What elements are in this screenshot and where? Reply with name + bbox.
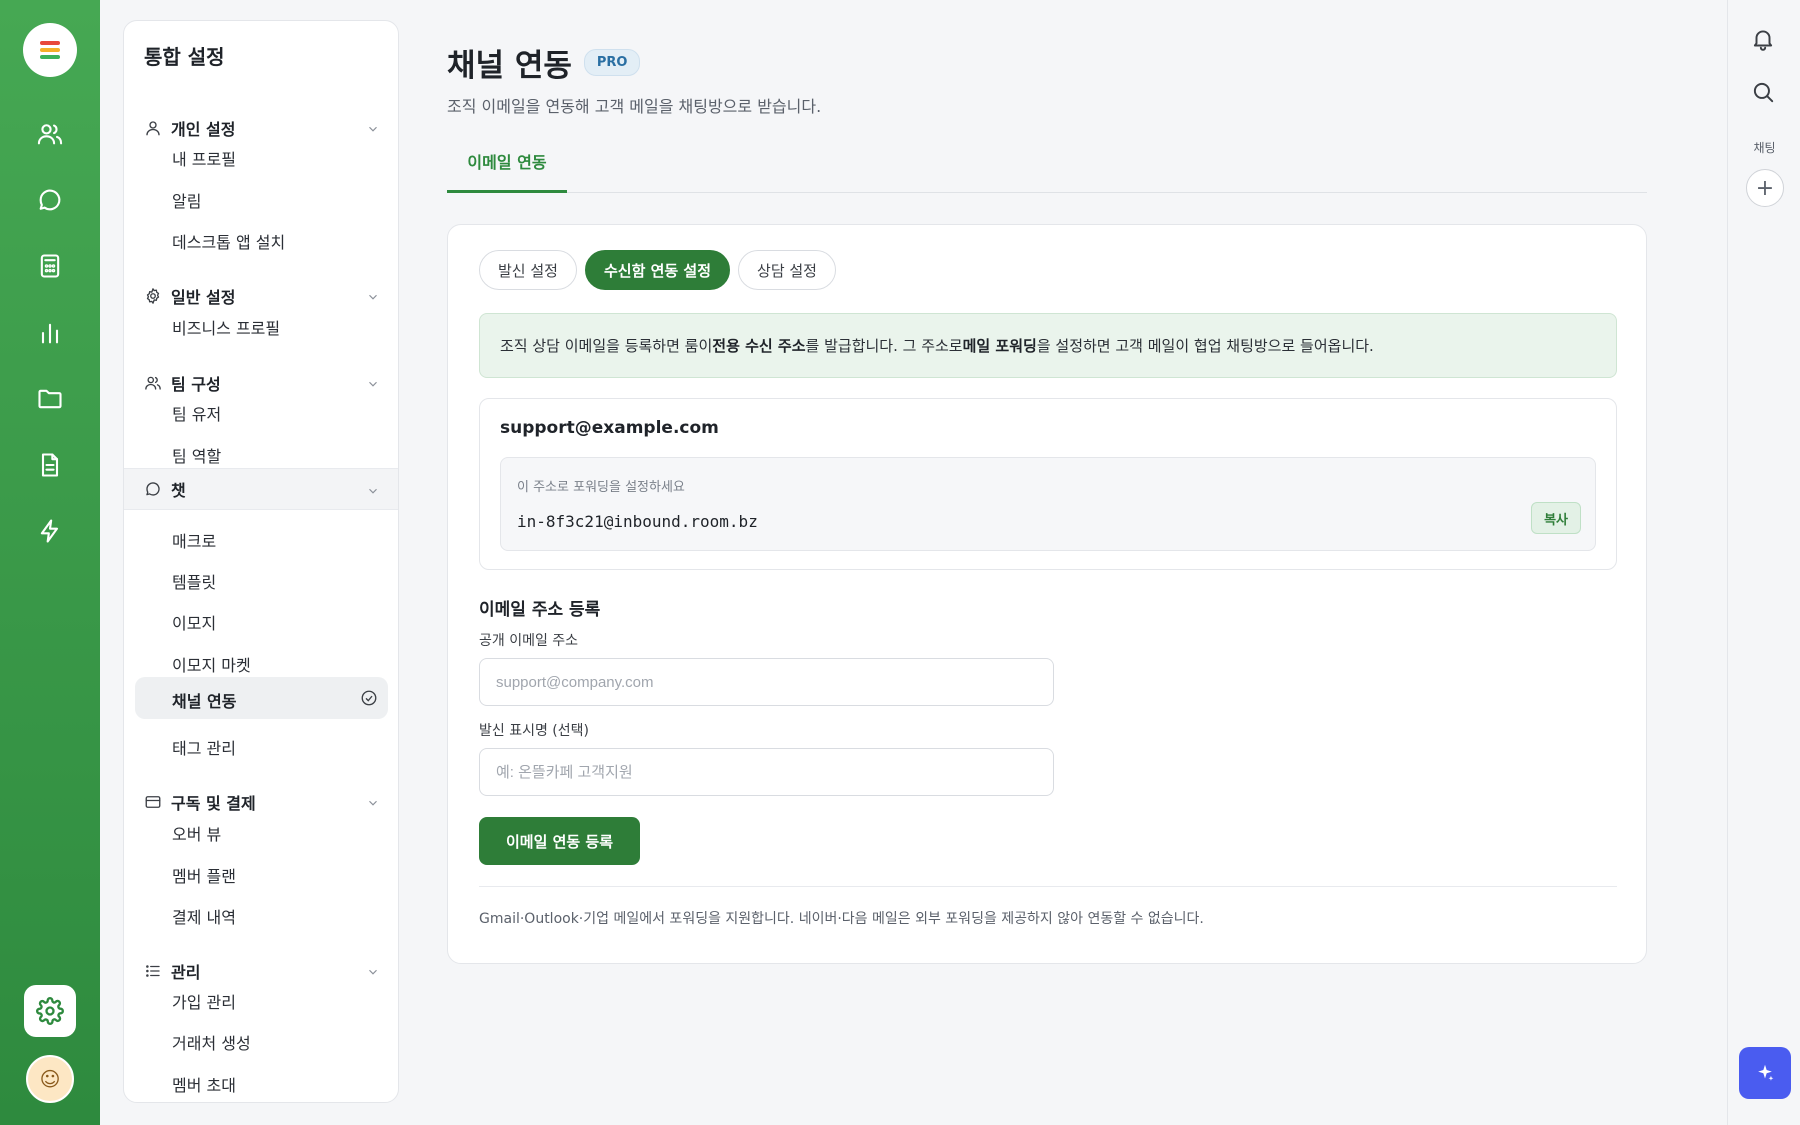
display-name-label: 발신 표시명 (선택)	[479, 723, 589, 739]
copy-button[interactable]: 복사	[1531, 502, 1581, 534]
sidebar-item-my-profile[interactable]: 내 프로필	[172, 150, 236, 170]
sidebar-item-create-client[interactable]: 거래처 생성	[172, 1034, 251, 1054]
search-icon[interactable]	[1750, 79, 1778, 107]
tab-bar: 이메일 연동	[447, 148, 1647, 193]
info-bold-2: 메일 포워딩	[962, 337, 1037, 355]
sidebar-item-team-users[interactable]: 팀 유저	[172, 405, 221, 425]
email-field-label: 공개 이메일 주소	[479, 633, 579, 649]
sidebar-group-label: 챗	[171, 481, 186, 500]
forward-label: 이 주소로 포워딩을 설정하세요	[517, 480, 685, 495]
sidebar-item-tag-management[interactable]: 태그 관리	[172, 739, 236, 759]
chevron-down-icon	[366, 121, 380, 135]
forward-address: in-8f3c21@inbound.room.bz	[517, 512, 758, 531]
sidebar-group-team[interactable]: 팀 구성	[124, 362, 398, 404]
sidebar-title: 통합 설정	[144, 45, 225, 69]
info-text-3: 을 설정하면 고객 메일이 협업 채팅방으로 들어옵니다.	[1036, 337, 1374, 355]
sidebar-group-general[interactable]: 일반 설정	[124, 275, 398, 317]
sidebar-item-signup-management[interactable]: 가입 관리	[172, 993, 236, 1013]
sidebar-item-emoji[interactable]: 이모지	[172, 614, 216, 634]
integration-card: 발신 설정 수신함 연동 설정 상담 설정 조직 상담 이메일을 등록하면 룸이…	[447, 224, 1647, 964]
email-field[interactable]	[479, 658, 1054, 706]
chevron-down-icon	[366, 483, 380, 497]
sidebar-group-billing[interactable]: 구독 및 결제	[124, 781, 398, 823]
pill-consult-settings[interactable]: 상담 설정	[738, 250, 836, 290]
page-title: 채널 연동	[447, 48, 572, 84]
settings-pills: 발신 설정 수신함 연동 설정 상담 설정	[479, 250, 836, 290]
info-bold-1: 전용 수신 주소	[712, 337, 806, 355]
pill-inbox-settings[interactable]: 수신함 연동 설정	[584, 250, 731, 290]
sidebar-group-label: 팀 구성	[171, 375, 221, 394]
info-text-2: 를 발급합니다. 그 주소로	[805, 337, 963, 355]
chevron-down-icon	[366, 289, 380, 303]
sidebar-group-label: 개인 설정	[171, 120, 236, 139]
registered-address-card: support@example.com 이 주소로 포워딩을 설정하세요 in-…	[479, 398, 1617, 570]
gear-icon	[36, 997, 64, 1025]
chevron-down-icon	[366, 376, 380, 390]
settings-button[interactable]	[24, 985, 76, 1037]
calculator-icon[interactable]	[30, 246, 70, 286]
forward-address-box: 이 주소로 포워딩을 설정하세요 in-8f3c21@inbound.room.…	[500, 457, 1596, 551]
lightning-icon[interactable]	[30, 511, 70, 551]
sidebar-group-label: 구독 및 결제	[171, 794, 256, 813]
sidebar-item-desktop-app[interactable]: 데스크톱 앱 설치	[172, 233, 285, 253]
sidebar-group-label: 일반 설정	[171, 288, 236, 307]
document-icon[interactable]	[30, 445, 70, 485]
register-section-title: 이메일 주소 등록	[479, 600, 601, 620]
folder-icon[interactable]	[30, 379, 70, 419]
app-rail: ☺	[0, 0, 100, 1125]
sidebar-item-macro[interactable]: 매크로	[172, 532, 216, 552]
team-icon	[143, 373, 163, 393]
sidebar-item-channel-integration[interactable]: 채널 연동	[135, 677, 388, 719]
divider	[479, 886, 1617, 887]
new-chat-button[interactable]: +	[1746, 169, 1784, 207]
chevron-down-icon	[366, 964, 380, 978]
footnote: Gmail·Outlook·기업 메일에서 포워딩을 지원합니다. 네이버·다음…	[479, 911, 1204, 927]
sidebar-item-team-roles[interactable]: 팀 역할	[172, 447, 221, 467]
sidebar-group-personal[interactable]: 개인 설정	[124, 107, 398, 149]
info-text-1: 조직 상담 이메일을 등록하면 룸이	[500, 337, 713, 355]
sidebar-item-emoji-market[interactable]: 이모지 마켓	[172, 656, 251, 676]
chevron-down-icon	[366, 795, 380, 809]
registered-email: support@example.com	[500, 418, 719, 438]
bell-icon[interactable]	[1750, 26, 1778, 54]
sidebar-item-notifications[interactable]: 알림	[172, 192, 201, 212]
sidebar-item-invite-member[interactable]: 멤버 초대	[172, 1076, 236, 1096]
gear-icon	[143, 286, 163, 306]
page-subtitle: 조직 이메일을 연동해 고객 메일을 채팅방으로 받습니다.	[447, 97, 822, 116]
right-bar: 채팅 +	[1727, 0, 1800, 1125]
list-icon	[143, 961, 163, 981]
users-icon[interactable]	[30, 114, 70, 154]
app-logo[interactable]	[23, 23, 77, 77]
title-row: 채널 연동 PRO	[447, 40, 641, 85]
pill-send-settings[interactable]: 발신 설정	[479, 250, 577, 290]
settings-sidebar: 통합 설정 개인 설정 내 프로필 알림 데스크톱 앱 설치 일반 설정 비즈니…	[123, 20, 399, 1103]
credit-card-icon	[143, 792, 163, 812]
pro-badge: PRO	[583, 49, 641, 76]
bar-chart-icon[interactable]	[30, 313, 70, 353]
sidebar-item-business-profile[interactable]: 비즈니스 프로필	[172, 319, 280, 339]
sidebar-item-template[interactable]: 템플릿	[172, 573, 216, 593]
chat-label: 채팅	[1753, 141, 1776, 155]
sidebar-item-member-plan[interactable]: 멤버 플랜	[172, 867, 236, 887]
logo-bars-icon	[40, 41, 60, 59]
sidebar-group-label: 관리	[171, 963, 201, 982]
check-circle-icon	[360, 689, 378, 707]
user-avatar[interactable]: ☺	[26, 1055, 74, 1103]
chat-bubble-icon	[143, 479, 163, 499]
sidebar-item-overview[interactable]: 오버 뷰	[172, 825, 221, 845]
user-icon	[143, 118, 163, 138]
sidebar-group-chat[interactable]: 챗	[124, 468, 398, 510]
sidebar-item-label: 채널 연동	[172, 692, 237, 711]
sparkle-icon	[1758, 1064, 1774, 1081]
ai-assistant-button[interactable]	[1739, 1047, 1791, 1099]
display-name-field[interactable]	[479, 748, 1054, 796]
sidebar-item-billing-history[interactable]: 결제 내역	[172, 908, 236, 928]
tab-email-integration[interactable]: 이메일 연동	[447, 148, 567, 193]
sidebar-group-admin[interactable]: 관리	[124, 950, 398, 992]
info-banner: 조직 상담 이메일을 등록하면 룸이 전용 수신 주소 를 발급합니다. 그 주…	[479, 313, 1617, 378]
chat-icon[interactable]	[30, 180, 70, 220]
register-email-button[interactable]: 이메일 연동 등록	[479, 817, 640, 865]
